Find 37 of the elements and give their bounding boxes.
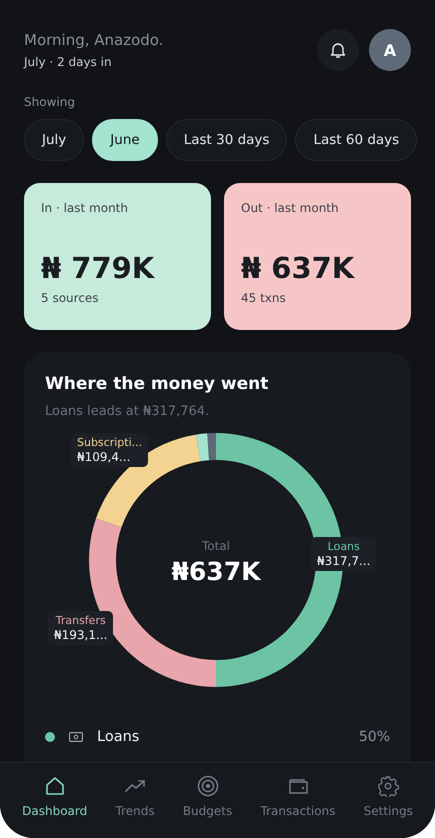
total-amount: ₦637K [170,557,262,586]
card-detail: 45 txns [241,291,287,305]
callout-category: Loans [326,540,361,553]
callout-amount: ₦109,4... [77,450,132,464]
date-subtitle: July · 2 days in [24,55,113,69]
greeting: Morning, Anazodo. [24,31,164,49]
nav-tab[interactable]: Settings [362,767,415,838]
callout-amount: ₦317,7... [317,554,370,568]
callout-category: Transfers [54,614,107,627]
card-amount: ₦ 637K [241,251,356,285]
period-chip[interactable]: June [92,119,158,161]
nav-tab[interactable]: Dashboard [20,767,90,838]
filter-label: Showing [24,95,76,109]
total-label: Total [200,539,232,553]
nav-tab[interactable]: Trends [113,767,157,838]
callout-category: Subscripti... [77,436,142,449]
card-detail: 5 sources [41,291,100,305]
target-icon [196,775,219,797]
nav-tab[interactable]: Transactions [258,767,338,838]
bell-icon [330,41,346,59]
card-amount: ₦ 779K [41,251,156,285]
legend-name: Loans [97,729,140,745]
settings-icon [377,775,400,797]
card-label: In · last month [41,201,129,215]
callout-amount: ₦193,1... [54,628,108,642]
nav-tab[interactable]: Budgets [180,767,234,838]
avatar[interactable]: A [369,29,411,71]
panel-title: Where the money went [45,374,270,394]
card-label: Out · last month [241,201,340,215]
home-icon [44,775,66,797]
notifications-button[interactable] [317,29,359,71]
panel-subtitle: Loans leads at ₦317,764. [45,404,210,419]
period-chip[interactable]: July [24,119,84,161]
period-chip[interactable]: Last 30 days [166,119,288,161]
banknote-icon [69,732,83,742]
period-chip[interactable]: Last 60 days [295,119,418,161]
legend-percent: 50% [358,729,390,745]
